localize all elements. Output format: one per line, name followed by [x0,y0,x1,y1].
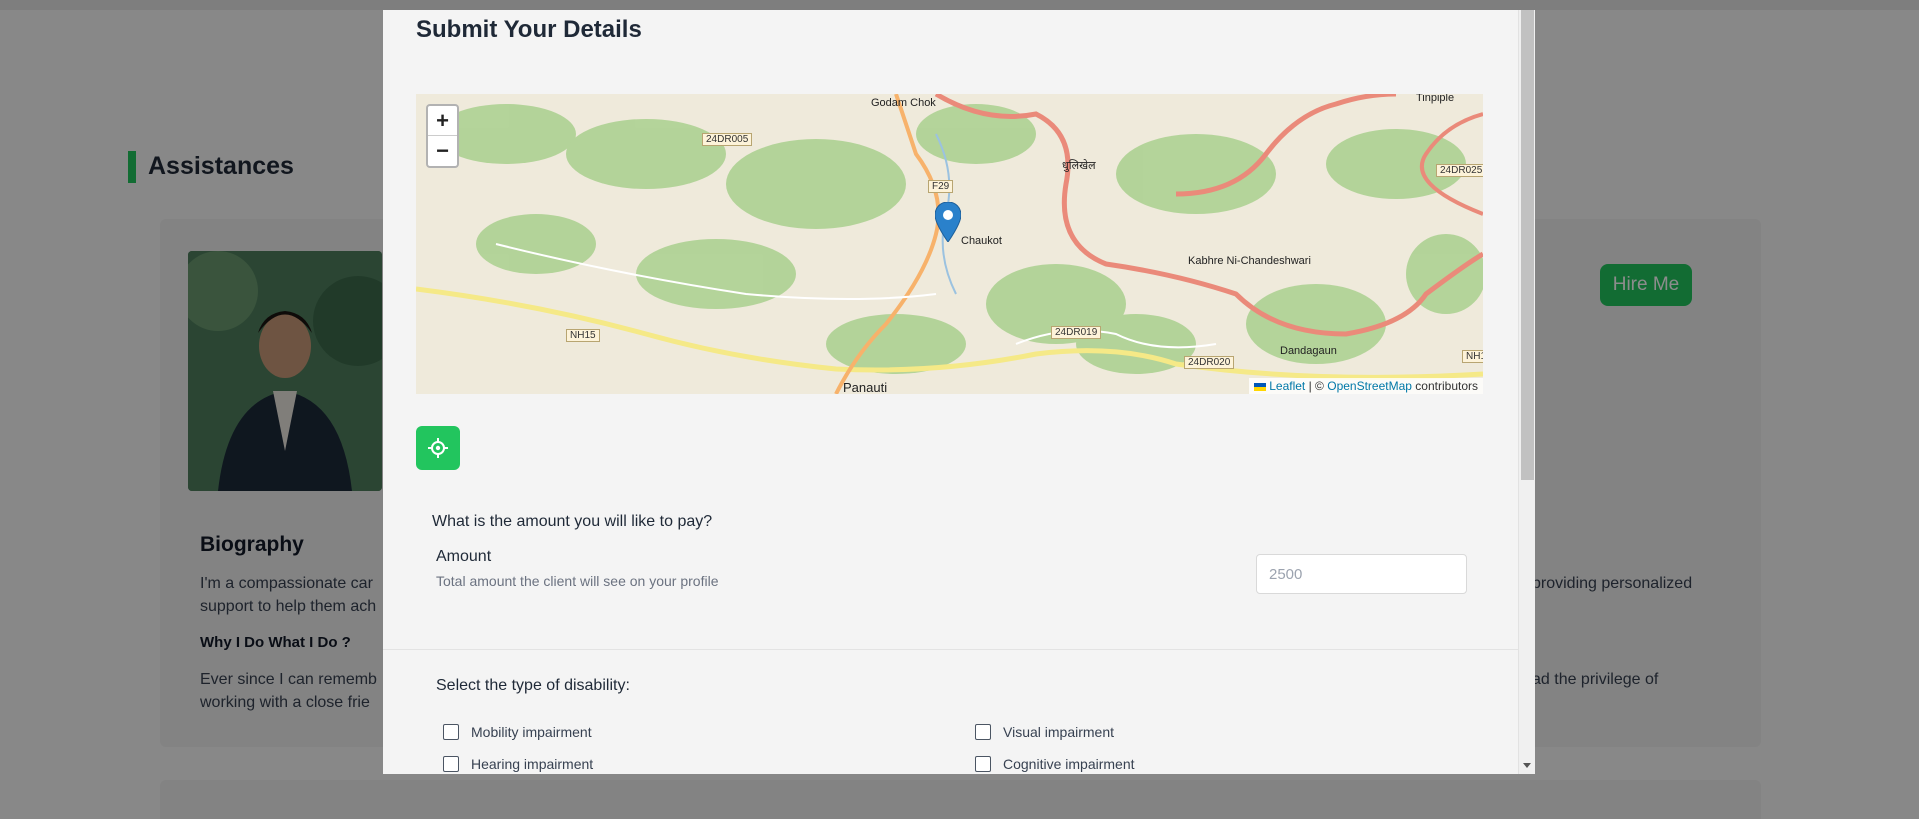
location-map[interactable]: Godam Chok Tinpiple धुलिखेल Chaukot Kabh… [416,94,1483,394]
zoom-in-button[interactable]: + [428,106,457,136]
checkbox-label: Visual impairment [1003,724,1115,740]
map-label-tinpiple: Tinpiple [1416,94,1455,104]
road-tag: 24DR020 [1184,356,1235,369]
openstreetmap-link[interactable]: OpenStreetMap [1327,379,1412,393]
leaflet-link[interactable]: Leaflet [1269,379,1305,393]
checkbox-hearing-impairment[interactable]: Hearing impairment [443,756,593,772]
amount-help-text: Total amount the client will see on your… [436,573,719,589]
locate-me-button[interactable] [416,426,460,470]
zoom-control: + − [426,104,459,168]
map-label-kabhre: Kabhre Ni-Chandeshwari [1188,255,1311,267]
checkbox-label: Hearing impairment [471,756,594,772]
map-label-dhulikhel: धुलिखेल [1062,160,1096,172]
checkbox-box[interactable] [975,756,991,772]
map-label-chaukot: Chaukot [961,235,1002,247]
map-label-godam-chok: Godam Chok [871,97,936,109]
crosshair-icon [428,438,448,458]
checkbox-mobility-impairment[interactable]: Mobility impairment [443,724,592,740]
scroll-down-arrow-icon[interactable] [1523,763,1531,768]
checkbox-cognitive-impairment[interactable]: Cognitive impairment [975,756,1135,772]
amount-label: Amount [436,548,492,565]
ukraine-flag-icon [1253,382,1266,391]
road-tag: F29 [928,180,954,193]
disability-question: Select the type of disability: [436,677,630,694]
checkbox-label: Cognitive impairment [1003,756,1135,772]
amount-input[interactable] [1256,554,1467,594]
attribution-separator: | © [1308,379,1324,393]
location-marker-icon[interactable] [935,202,961,242]
map-label-panauti: Panauti [843,380,888,394]
details-modal: Submit Your Details Godam Chok Tinpiple … [383,10,1535,774]
modal-title: Submit Your Details [416,16,642,43]
road-tag: NH1 [1462,350,1483,363]
modal-scrollbar[interactable] [1518,10,1535,774]
checkbox-box[interactable] [443,756,459,772]
road-tag: NH15 [566,329,600,342]
road-tag: 24DR019 [1051,326,1102,339]
scrollbar-thumb[interactable] [1521,10,1534,480]
section-divider [383,649,1518,650]
amount-question: What is the amount you will like to pay? [432,513,713,530]
map-attribution: Leaflet | © OpenStreetMap contributors [1248,378,1483,394]
checkbox-box[interactable] [975,724,991,740]
checkbox-visual-impairment[interactable]: Visual impairment [975,724,1114,740]
checkbox-box[interactable] [443,724,459,740]
road-tag: 24DR005 [702,133,753,146]
attribution-suffix: contributors [1415,379,1478,393]
zoom-out-button[interactable]: − [428,136,457,166]
map-label-dandagaun: Dandagaun [1280,345,1337,357]
road-tag: 24DR025 [1436,164,1483,177]
checkbox-label: Mobility impairment [471,724,592,740]
